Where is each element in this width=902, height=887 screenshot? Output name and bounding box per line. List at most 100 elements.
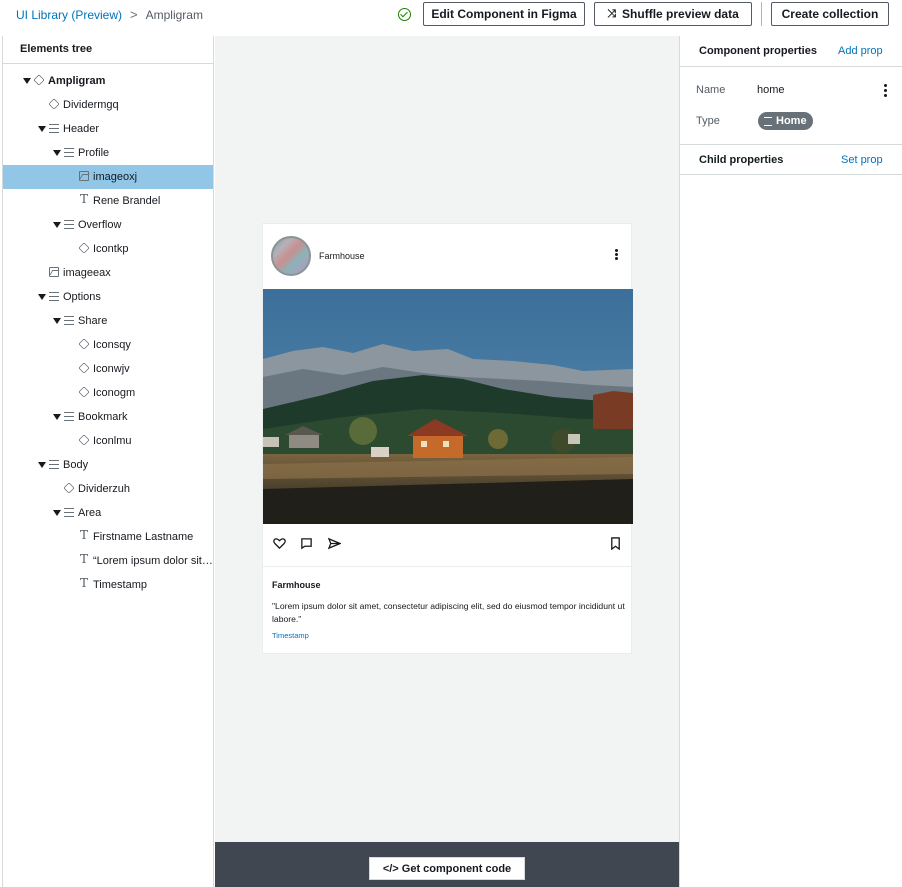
tree-item-bookmark[interactable]: Bookmark <box>3 405 213 429</box>
tree-item-iconwjv[interactable]: Iconwjv <box>3 357 213 381</box>
type-label: Type <box>696 115 720 127</box>
tree-item-overflow[interactable]: Overflow <box>3 213 213 237</box>
tree-item-label: Firstname Lastname <box>93 531 194 543</box>
list-icon <box>64 220 74 229</box>
tree-item-lorem[interactable]: T “Lorem ipsum dolor sit… <box>3 549 213 573</box>
tree-item-body[interactable]: Body <box>3 453 213 477</box>
text-icon: T <box>79 192 88 206</box>
tree-item-label: imageoxj <box>93 171 138 183</box>
image-icon <box>49 267 59 277</box>
more-options-icon[interactable] <box>884 84 887 99</box>
tree-item-options[interactable]: Options <box>3 285 213 309</box>
check-circle-icon <box>398 8 411 21</box>
tree-item-label: Bookmark <box>78 411 128 423</box>
tree-item-label: Share <box>78 315 108 327</box>
cube-icon <box>78 338 90 350</box>
list-icon <box>49 292 59 301</box>
tree-item-label: Options <box>63 291 101 303</box>
caret-down-icon[interactable] <box>23 78 31 84</box>
tree-item-rene-brandel[interactable]: T Rene Brandel <box>3 189 213 213</box>
tree-item-ampligram[interactable]: Ampligram <box>3 69 213 93</box>
tree-item-iconogm[interactable]: Iconogm <box>3 381 213 405</box>
tree-item-label: Timestamp <box>93 579 147 591</box>
caret-down-icon[interactable] <box>53 318 61 324</box>
elements-tree-title: Elements tree <box>3 36 213 64</box>
post-title: Farmhouse <box>272 580 321 590</box>
tree-item-label: Iconlmu <box>93 435 132 447</box>
text-icon: T <box>79 552 88 566</box>
caret-down-icon[interactable] <box>53 150 61 156</box>
cube-icon <box>78 434 90 446</box>
tree-item-label: Body <box>63 459 89 471</box>
tree-item-iconlmu[interactable]: Iconlmu <box>3 429 213 453</box>
post-timestamp: Timestamp <box>272 631 309 640</box>
caret-down-icon[interactable] <box>53 510 61 516</box>
tree-item-label: Iconwjv <box>93 363 130 375</box>
tree-item-timestamp[interactable]: T Timestamp <box>3 573 213 597</box>
list-icon <box>64 148 74 157</box>
set-prop-link[interactable]: Set prop <box>841 154 883 166</box>
landscape-photo <box>263 289 633 524</box>
tree-item-area[interactable]: Area <box>3 501 213 525</box>
tree-item-share[interactable]: Share <box>3 309 213 333</box>
toolbar-divider <box>761 2 762 26</box>
tree-item-label: Area <box>78 507 102 519</box>
component-properties-header: Component properties Add prop <box>680 36 902 67</box>
list-icon <box>49 124 59 133</box>
preview-canvas: Farmhouse Farmhouse "Lorem ipsum dolor s… <box>215 36 679 842</box>
bookmark-icon[interactable] <box>609 537 622 550</box>
tree-item-dividerzuh[interactable]: Dividerzuh <box>3 477 213 501</box>
tree-item-imageoxj[interactable]: imageoxj <box>3 165 213 189</box>
child-properties-title: Child properties <box>699 154 784 166</box>
tree-item-profile[interactable]: Profile <box>3 141 213 165</box>
breadcrumb-root-link[interactable]: UI Library (Preview) <box>16 8 122 22</box>
shuffle-preview-label: Shuffle preview data <box>622 7 739 21</box>
tree-item-iconsqy[interactable]: Iconsqy <box>3 333 213 357</box>
add-prop-link[interactable]: Add prop <box>838 45 883 57</box>
cube-icon <box>63 482 75 494</box>
tree-item-label: Dividerzuh <box>78 483 130 495</box>
send-icon[interactable] <box>328 537 341 550</box>
comment-icon[interactable] <box>300 537 313 550</box>
properties-panel: Component properties Add prop Name home … <box>679 36 902 887</box>
shuffle-preview-button[interactable]: ⤨ Shuffle preview data <box>594 2 752 26</box>
caret-down-icon[interactable] <box>38 126 46 132</box>
post-image <box>263 289 633 524</box>
tree-item-dividermgq[interactable]: Dividermgq <box>3 93 213 117</box>
create-collection-label: Create collection <box>781 7 879 21</box>
cube-icon <box>78 386 90 398</box>
top-bar: UI Library (Preview) > Ampligram Edit Co… <box>0 0 902 36</box>
component-properties-list: Name home Type Home <box>680 67 902 145</box>
post-body: Farmhouse "Lorem ipsum dolor sit amet, c… <box>272 580 627 640</box>
post-description: "Lorem ipsum dolor sit amet, consectetur… <box>272 601 625 624</box>
edit-in-figma-button[interactable]: Edit Component in Figma <box>423 2 585 26</box>
tree-item-label: “Lorem ipsum dolor sit… <box>93 555 213 567</box>
breadcrumb: UI Library (Preview) > Ampligram <box>16 7 203 22</box>
ampligram-card: Farmhouse Farmhouse "Lorem ipsum dolor s… <box>262 223 633 654</box>
tree-item-label: Rene Brandel <box>93 195 161 207</box>
tree-item-header[interactable]: Header <box>3 117 213 141</box>
more-options-icon[interactable] <box>615 249 618 260</box>
avatar <box>271 236 311 276</box>
heart-icon[interactable] <box>273 537 286 550</box>
tree-item-label: Icontkp <box>93 243 129 255</box>
caret-down-icon[interactable] <box>38 462 46 468</box>
cube-icon <box>33 74 45 86</box>
tree-item-label: Ampligram <box>48 75 106 87</box>
caret-down-icon[interactable] <box>38 294 46 300</box>
tree-item-icontkp[interactable]: Icontkp <box>3 237 213 261</box>
tree-item-label: Overflow <box>78 219 122 231</box>
get-component-code-button[interactable]: </> Get component code <box>369 857 525 880</box>
create-collection-button[interactable]: Create collection <box>771 2 889 26</box>
caret-down-icon[interactable] <box>53 414 61 420</box>
type-badge: Home <box>758 112 813 130</box>
code-footer: </> Get component code <box>215 842 679 887</box>
tree-item-firstname-lastname[interactable]: T Firstname Lastname <box>3 525 213 549</box>
tree-item-label: Iconogm <box>93 387 136 399</box>
tree-item-imageeax[interactable]: imageeax <box>3 261 213 285</box>
edit-in-figma-label: Edit Component in Figma <box>431 7 577 21</box>
elements-tree-panel: Elements tree Ampligram Dividermgq Heade… <box>2 36 214 887</box>
caret-down-icon[interactable] <box>53 222 61 228</box>
cube-icon <box>78 362 90 374</box>
breadcrumb-current: Ampligram <box>145 7 203 22</box>
